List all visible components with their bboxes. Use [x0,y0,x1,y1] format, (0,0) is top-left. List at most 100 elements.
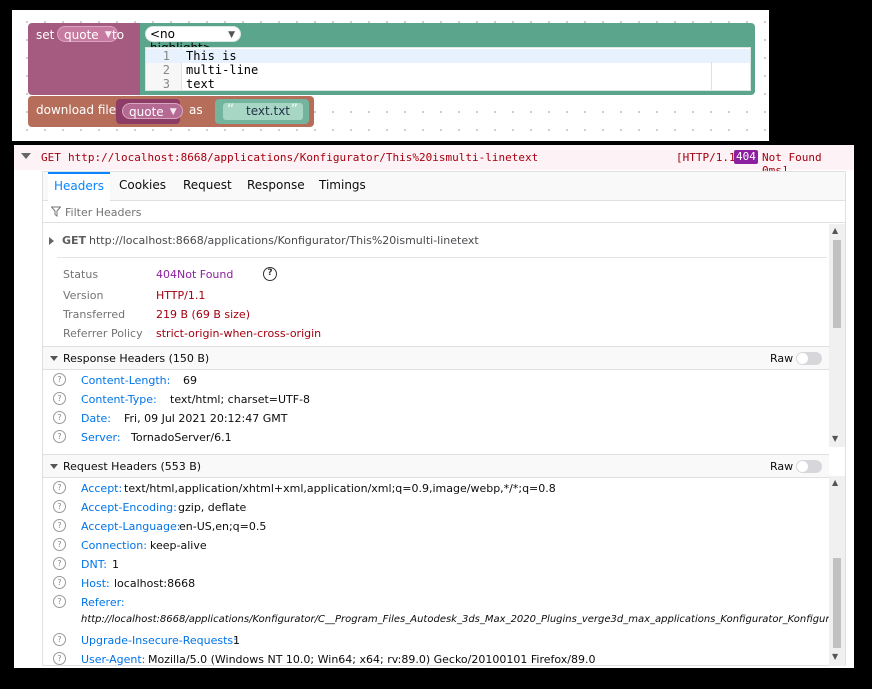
detail-key: Version [63,289,104,302]
scroll-down-icon[interactable]: ▼ [832,652,838,661]
scrollbar[interactable]: ▲ ▼ [829,476,845,666]
code-text: This is [186,49,237,63]
code-line[interactable]: 2 multi-line [146,63,750,77]
detail-key: Status [63,268,99,281]
filename-text-field[interactable]: “ text.txt ” [223,102,303,120]
help-icon[interactable]: ? [263,267,277,281]
chevron-down-icon: ▼ [169,107,177,117]
scrollbar[interactable]: ▲ ▼ [829,224,845,447]
request-url: http://localhost:8668/applications/Konfi… [68,151,539,164]
header-value: Fri, 09 Jul 2021 20:12:47 GMT [124,412,288,425]
tab-timings[interactable]: Timings [313,172,372,200]
header-name: Date: [81,412,111,425]
header-name: Accept-Encoding: [81,501,177,514]
header-name: Content-Type: [81,393,157,406]
tab-cookies[interactable]: Cookies [113,172,172,200]
download-file-keyword: download file [36,103,117,117]
request-summary-bar[interactable]: GET http://localhost:8668/applications/K… [14,145,854,177]
code-editor[interactable]: 1 This is 2 multi-line 3 text [145,47,751,91]
request-headers-scroll-region[interactable]: ? Accept: text/html,application/xhtml+xm… [43,476,845,666]
set-variable-dropdown[interactable]: quote ▼ [57,26,118,42]
header-name: Accept: [81,482,123,495]
filename-text-block[interactable]: “ text.txt ” [215,99,309,124]
help-icon[interactable]: ? [53,411,66,424]
header-value: TornadoServer/6.1 [131,431,232,444]
collapse-arrow-icon[interactable] [50,464,58,469]
detail-status-code: 404 [156,268,177,281]
collapse-toggle-icon[interactable] [21,153,31,159]
request-method: GET [41,151,61,164]
summary-url: http://localhost:8668/applications/Konfi… [89,234,479,247]
line-number: 1 [162,49,170,63]
filename-value: text.txt [246,104,291,118]
highlight-dropdown[interactable]: <no highlight> ▼ [145,26,241,55]
help-icon[interactable]: ? [53,519,66,532]
expand-arrow-icon[interactable] [49,237,54,245]
tab-request[interactable]: Request [177,172,238,200]
close-quote-icon: ” [290,102,298,118]
chevron-down-icon: ▼ [104,30,112,40]
code-line[interactable]: 3 text [146,77,750,91]
detail-key: Transferred [63,308,126,321]
help-icon[interactable]: ? [53,595,66,608]
help-icon[interactable]: ? [53,652,66,665]
filter-headers-input[interactable]: Filter Headers [65,206,142,219]
scrollbar-thumb[interactable] [833,240,841,328]
request-headers-section[interactable]: Request Headers (553 B) Raw [43,454,829,478]
header-value: text/html; charset=UTF-8 [170,393,311,406]
line-number: 3 [162,77,170,91]
help-icon[interactable]: ? [53,500,66,513]
header-name: Server: [81,431,121,444]
to-keyword: to [112,28,125,42]
header-name: User-Agent: [81,653,146,666]
chevron-down-icon: ▼ [228,30,235,40]
header-name: Host: [81,577,110,590]
help-icon[interactable]: ? [53,481,66,494]
header-value: Mozilla/5.0 (Windows NT 10.0; Win64; x64… [148,653,596,666]
as-keyword: as [189,103,203,117]
collapse-arrow-icon[interactable] [50,356,58,361]
blockly-workspace[interactable]: set quote ▼ to <no highlight> ▼ 1 This i… [12,10,769,141]
header-name: Accept-Language: [81,520,181,533]
header-value: en-US,en;q=0.5 [179,520,267,533]
help-icon[interactable]: ? [53,538,66,551]
code-line[interactable]: 1 This is [146,49,750,63]
scrollbar-thumb[interactable] [833,558,841,648]
multiline-text-block[interactable]: <no highlight> ▼ 1 This is 2 multi-line … [140,23,755,95]
raw-toggle[interactable] [796,352,822,365]
help-icon[interactable]: ? [53,373,66,386]
download-variable-dropdown[interactable]: quote ▼ [122,103,183,119]
set-variable-block[interactable]: set quote ▼ to [28,23,154,95]
tab-headers[interactable]: Headers [48,172,110,201]
filter-headers-bar[interactable]: Filter Headers [43,201,845,223]
help-icon[interactable]: ? [53,557,66,570]
request-headers-title: Request Headers (553 B) [63,460,202,473]
code-text: multi-line [186,63,259,77]
header-name: Connection: [81,539,147,552]
download-variable-name: quote [129,105,164,119]
tab-response[interactable]: Response [241,172,311,200]
scroll-up-icon[interactable]: ▲ [832,226,838,235]
details-tabbar: Headers Cookies Request Response Timings [43,172,845,201]
help-icon[interactable]: ? [53,392,66,405]
header-value: 1 [112,558,119,571]
headers-scroll-region[interactable]: GET http://localhost:8668/applications/K… [43,224,845,447]
help-icon[interactable]: ? [53,430,66,443]
help-icon[interactable]: ? [53,576,66,589]
scroll-up-icon[interactable]: ▲ [832,478,838,487]
toggle-knob [797,353,808,364]
raw-label: Raw [770,460,794,473]
code-text: text [186,77,215,91]
scroll-down-icon[interactable]: ▼ [832,434,838,443]
detail-value: strict-origin-when-cross-origin [156,327,322,340]
response-headers-section[interactable]: Response Headers (150 B) Raw [43,346,829,370]
editor-divider [711,62,712,90]
raw-toggle[interactable] [796,460,822,473]
request-protocol: [HTTP/1.1 [676,151,736,164]
help-icon[interactable]: ? [53,633,66,646]
detail-value: HTTP/1.1 [156,289,206,302]
header-name: DNT: [81,558,107,571]
divider [57,257,827,258]
download-file-block[interactable]: download file quote ▼ as “ text.txt ” [28,96,314,127]
header-value: http://localhost:8668/applications/Konfi… [81,614,845,625]
